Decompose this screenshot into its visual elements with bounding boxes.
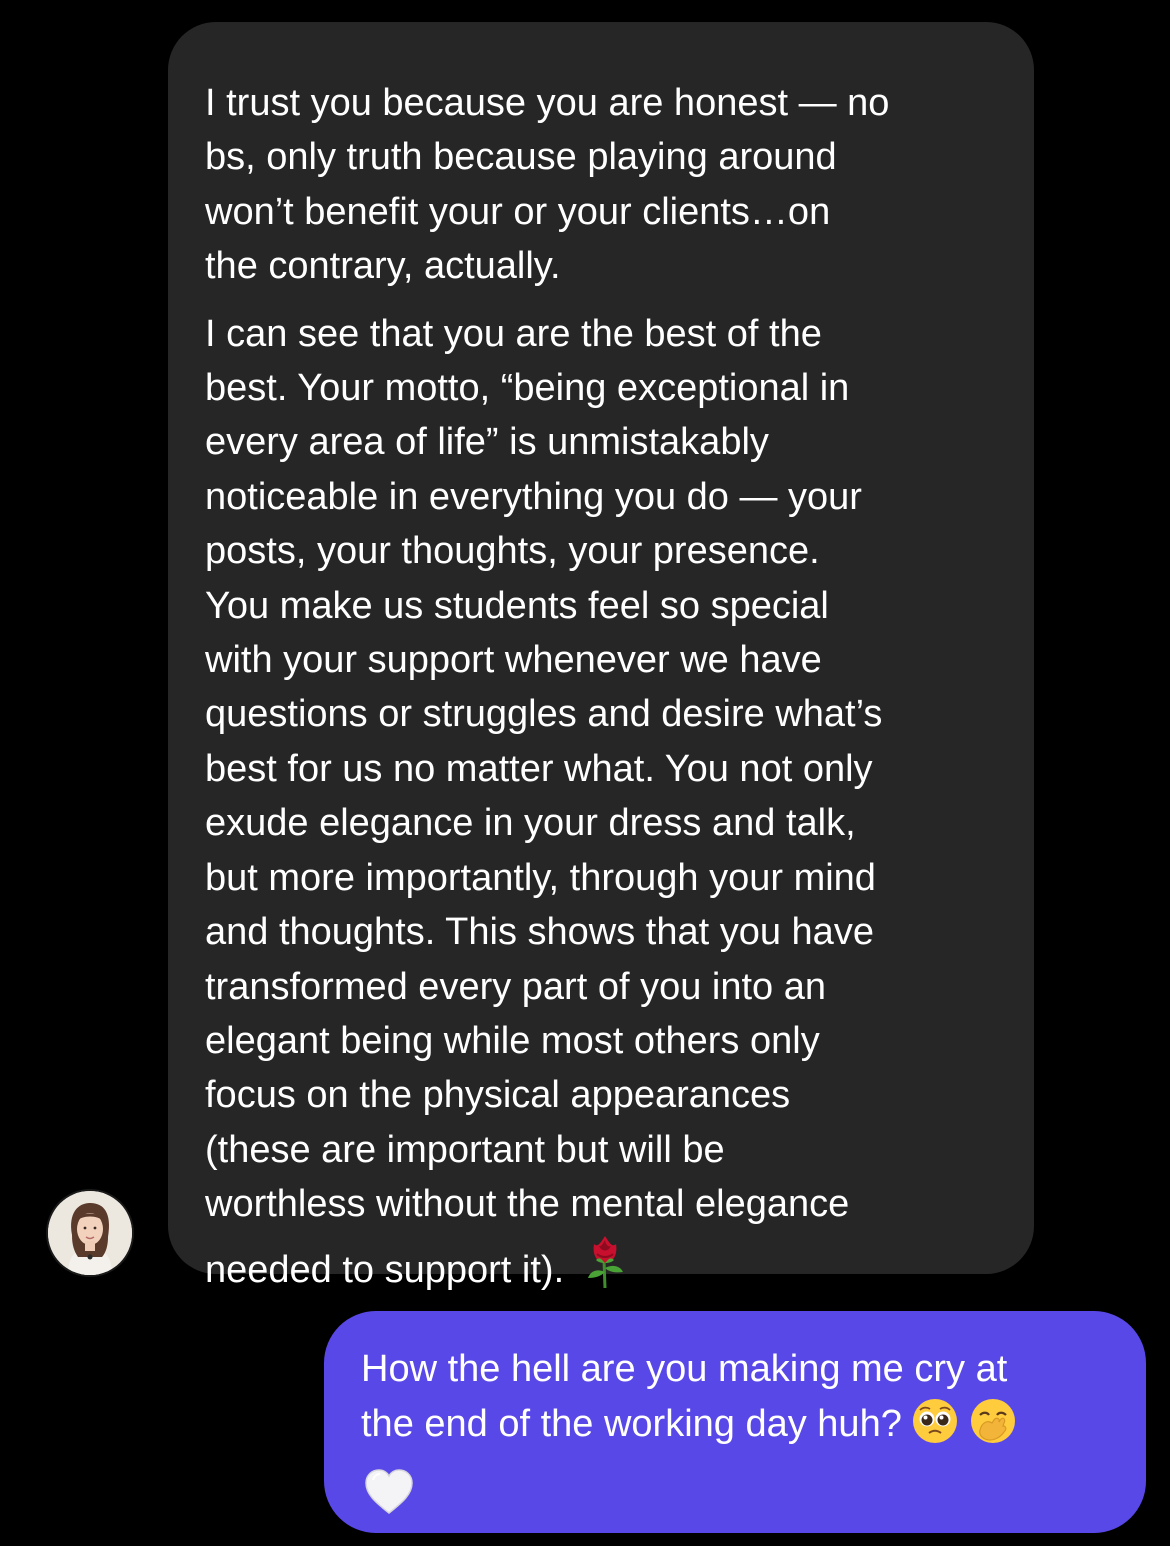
contact-avatar[interactable] [48,1191,132,1275]
message-thread: I trust you because you are honest — no … [0,0,1170,1546]
incoming-message-bubble[interactable]: I trust you because you are honest — no … [168,22,1034,1291]
face-with-hand-over-mouth-emoji [968,1396,1018,1461]
rose-emoji [582,1232,628,1303]
outgoing-message-bubble[interactable]: How the hell are you making me cry at th… [324,1311,1146,1533]
outgoing-message-text: How the hell are you making me cry at th… [361,1342,1106,1531]
incoming-message-paragraph-1: I trust you because you are honest — no … [205,82,890,288]
incoming-message-paragraph-2: I can see that you are the best of the b… [205,307,1004,1303]
white-heart-emoji [363,1468,1106,1531]
incoming-message-paragraph-2-text: I can see that you are the best of the b… [205,312,883,1291]
pleading-face-emoji [910,1396,960,1461]
